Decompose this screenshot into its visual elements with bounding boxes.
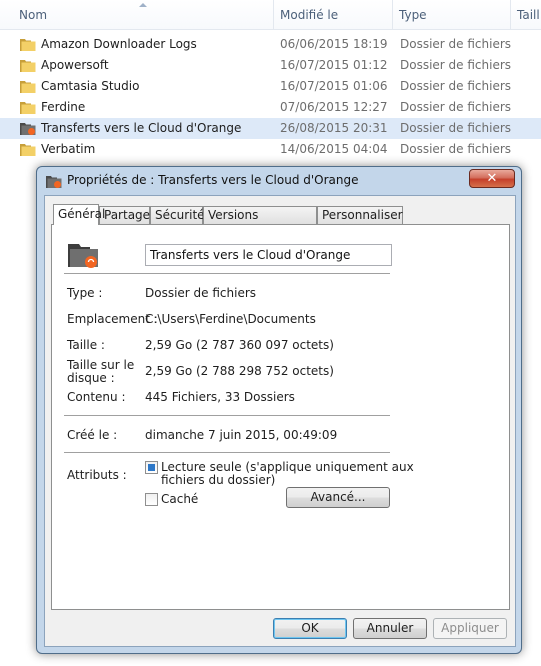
file-name: Amazon Downloader Logs — [41, 37, 197, 51]
file-row-selected[interactable]: Transferts vers le Cloud d'Orange 26/08/… — [0, 118, 541, 139]
separator — [64, 273, 390, 275]
cloud-folder-icon — [46, 176, 62, 188]
type-label: Type : — [67, 286, 103, 300]
file-name: Apowersoft — [41, 58, 109, 72]
tab-general[interactable]: Général — [53, 204, 105, 225]
readonly-label-line2[interactable]: fichiers du dossier) — [161, 474, 275, 487]
hidden-checkbox[interactable] — [145, 493, 158, 506]
type-value: Dossier de fichiers — [145, 286, 257, 300]
cloud-folder-icon — [20, 123, 36, 135]
file-type: Dossier de fichiers — [400, 37, 512, 51]
close-button[interactable]: ✕ — [469, 169, 515, 188]
file-row[interactable]: Ferdine 07/06/2015 12:27 Dossier de fich… — [0, 97, 541, 118]
readonly-checkbox[interactable] — [145, 461, 158, 474]
dialog-title: Propriétés de : Transferts vers le Cloud… — [67, 173, 359, 187]
column-header-size[interactable]: Taill — [511, 0, 541, 30]
folder-icon — [20, 60, 36, 72]
file-row[interactable]: Amazon Downloader Logs 06/06/2015 18:19 … — [0, 34, 541, 55]
separator — [64, 415, 390, 417]
disk-size-label-line2: disque : — [67, 371, 115, 385]
size-value: 2,59 Go (2 787 360 097 octets) — [145, 338, 334, 352]
folder-icon — [20, 39, 36, 51]
tab-customize[interactable]: Personnaliser — [317, 206, 403, 224]
cancel-button[interactable]: Annuler — [353, 618, 427, 639]
column-header-type[interactable]: Type — [393, 0, 511, 30]
folder-name-input[interactable]: Transferts vers le Cloud d'Orange — [145, 244, 392, 266]
contents-value: 445 Fichiers, 33 Dossiers — [145, 390, 295, 404]
file-type: Dossier de fichiers — [400, 100, 512, 114]
file-type: Dossier de fichiers — [400, 121, 512, 135]
tab-security[interactable]: Sécurité — [150, 206, 205, 224]
file-row[interactable]: Camtasia Studio 16/07/2015 01:06 Dossier… — [0, 76, 541, 97]
properties-dialog: Propriétés de : Transferts vers le Cloud… — [36, 166, 522, 654]
file-name: Verbatim — [41, 142, 96, 156]
disk-size-value: 2,59 Go (2 788 298 752 octets) — [145, 364, 334, 378]
close-icon: ✕ — [486, 171, 498, 186]
separator — [64, 452, 390, 454]
size-label: Taille : — [67, 338, 105, 352]
file-modified: 26/08/2015 20:31 — [280, 121, 388, 135]
file-type: Dossier de fichiers — [400, 58, 512, 72]
tab-sharing[interactable]: Partage — [99, 206, 150, 224]
file-modified: 16/07/2015 01:12 — [280, 58, 388, 72]
column-header-bar: Nom Modifié le Type Taill — [0, 0, 541, 30]
location-value: C:\Users\Ferdine\Documents — [145, 312, 316, 326]
created-label: Créé le : — [67, 428, 118, 442]
ok-button[interactable]: OK — [273, 618, 347, 639]
file-modified: 06/06/2015 18:19 — [280, 37, 388, 51]
general-tab-panel: Transferts vers le Cloud d'Orange Type :… — [51, 224, 510, 610]
apply-button[interactable]: Appliquer — [433, 618, 507, 639]
file-modified: 16/07/2015 01:06 — [280, 79, 388, 93]
file-row[interactable]: Apowersoft 16/07/2015 01:12 Dossier de f… — [0, 55, 541, 76]
attributes-label: Attributs : — [67, 468, 127, 482]
cloud-folder-icon — [68, 244, 98, 268]
column-header-modified[interactable]: Modifié le — [274, 0, 393, 30]
file-modified: 14/06/2015 04:04 — [280, 142, 388, 156]
file-name: Camtasia Studio — [41, 79, 140, 93]
file-modified: 07/06/2015 12:27 — [280, 100, 388, 114]
contents-label: Contenu : — [67, 390, 126, 404]
folder-icon — [20, 81, 36, 93]
created-value: dimanche 7 juin 2015, 00:49:09 — [145, 428, 338, 442]
file-row[interactable]: Verbatim 14/06/2015 04:04 Dossier de fic… — [0, 139, 541, 160]
folder-icon — [20, 144, 36, 156]
column-header-name[interactable]: Nom — [13, 0, 274, 30]
file-name: Transferts vers le Cloud d'Orange — [41, 121, 242, 135]
advanced-button[interactable]: Avancé... — [286, 487, 390, 508]
file-name: Ferdine — [41, 100, 86, 114]
hidden-label[interactable]: Caché — [161, 493, 198, 506]
folder-icon — [20, 102, 36, 114]
dialog-body: Général Partage Sécurité Versions précéd… — [44, 195, 516, 647]
tab-previous-versions[interactable]: Versions précédentes — [203, 206, 317, 238]
file-type: Dossier de fichiers — [400, 142, 512, 156]
file-type: Dossier de fichiers — [400, 79, 512, 93]
dialog-titlebar[interactable]: Propriétés de : Transferts vers le Cloud… — [37, 167, 521, 193]
